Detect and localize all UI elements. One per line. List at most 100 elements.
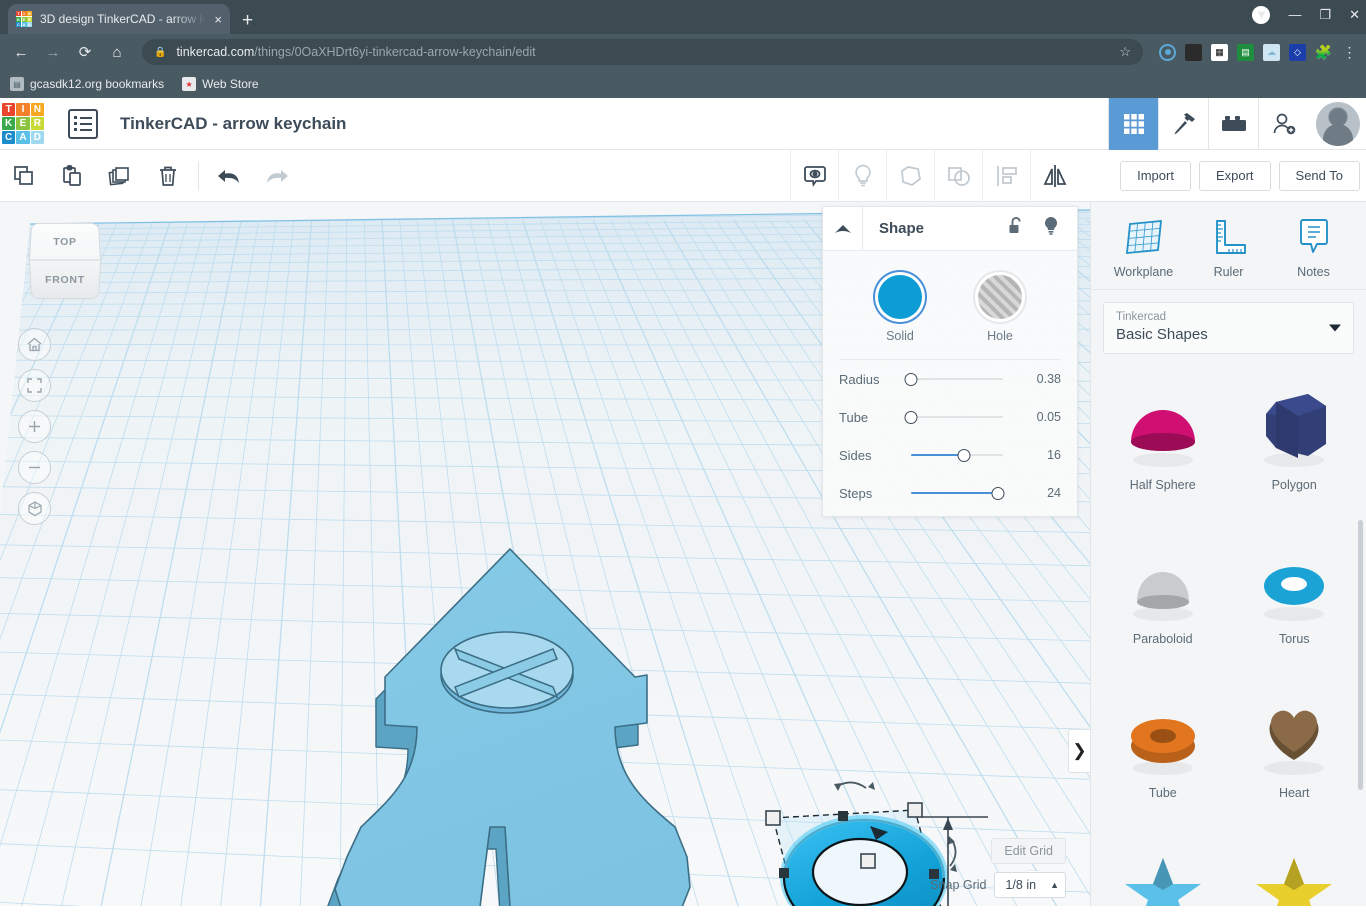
brick-icon[interactable] <box>1208 98 1258 150</box>
grid-view-icon[interactable] <box>1108 98 1158 150</box>
qr-code-icon[interactable]: ▦ <box>1211 44 1228 61</box>
shape-thumbnail <box>1246 534 1342 630</box>
solid-hole-selector: Solid Hole <box>823 269 1077 357</box>
slider-knob[interactable] <box>958 449 971 462</box>
cloud-icon[interactable]: ☁ <box>1263 44 1280 61</box>
reload-button[interactable]: ⟳ <box>72 39 98 65</box>
view-cube-front[interactable]: FRONT <box>29 260 102 300</box>
shape-polygon[interactable]: Polygon <box>1229 374 1361 528</box>
puzzle-extension-icon[interactable]: 🧩 <box>1315 44 1332 61</box>
shape-half-sphere[interactable]: Half Sphere <box>1097 374 1229 528</box>
back-button[interactable]: ← <box>8 39 34 65</box>
panel-collapse-handle[interactable]: ❯ <box>1068 729 1090 773</box>
tinkercad-logo[interactable]: TINKERCAD <box>0 101 46 147</box>
new-tab-button[interactable]: + <box>242 11 253 30</box>
view-cube-top[interactable]: TOP <box>29 223 102 263</box>
favicon-tile: C <box>16 22 21 27</box>
view-cube[interactable]: TOP FRONT <box>30 222 100 300</box>
bookmark-item[interactable]: ▤ gcasdk12.org bookmarks <box>10 77 164 91</box>
tube-thumbnail <box>1115 688 1211 784</box>
slider-radius[interactable] <box>911 372 1003 386</box>
invite-person-icon[interactable] <box>1258 98 1308 150</box>
bookmark-item[interactable]: ★ Web Store <box>182 77 258 91</box>
solid-mode[interactable]: Solid <box>878 275 922 343</box>
zoom-out-icon[interactable] <box>18 451 51 484</box>
torus-thumbnail <box>1246 534 1342 630</box>
diamond-icon[interactable]: ◇ <box>1289 44 1306 61</box>
home-view-icon[interactable] <box>18 328 51 361</box>
fit-to-view-icon[interactable] <box>18 369 51 402</box>
codeblocks-hammer-icon[interactable] <box>1158 98 1208 150</box>
clipboard-tools <box>0 150 192 202</box>
slider-knob[interactable] <box>905 411 918 424</box>
undo-icon[interactable] <box>205 150 253 202</box>
export-button[interactable]: Export <box>1199 161 1271 191</box>
forward-button[interactable]: → <box>40 39 66 65</box>
3d-canvas[interactable]: ⅝ ⅝ TOP FRONT ❯ Edit Grid <box>0 202 1090 906</box>
import-button[interactable]: Import <box>1120 161 1191 191</box>
shape-tube[interactable]: Tube <box>1097 682 1229 836</box>
snap-grid-label: Snap Grid <box>930 878 986 892</box>
profile-badge-icon[interactable]: ▼ <box>1252 6 1270 24</box>
bookmarks-bar: ▤ gcasdk12.org bookmarks ★ Web Store <box>0 70 1366 98</box>
unlock-icon[interactable] <box>1008 216 1025 241</box>
hole-pattern-swatch[interactable] <box>978 275 1022 319</box>
arrow-keychain-model[interactable] <box>295 527 715 906</box>
paste-icon[interactable] <box>48 150 96 202</box>
sheets-icon[interactable]: ▤ <box>1237 44 1254 61</box>
avatar[interactable] <box>1316 102 1360 146</box>
light-bulb-icon[interactable] <box>838 150 886 202</box>
menu-kebab-icon[interactable]: ⋮ <box>1341 44 1358 61</box>
close-window-button[interactable]: ✕ <box>1349 8 1360 22</box>
copy-icon[interactable] <box>0 150 48 202</box>
light-bulb-icon[interactable] <box>1043 216 1059 241</box>
shape-label: Paraboloid <box>1133 632 1193 646</box>
hole-mode[interactable]: Hole <box>978 275 1022 343</box>
notes-tool[interactable]: Notes <box>1276 216 1352 279</box>
browser-toolbar: ← → ⟳ ⌂ 🔒 tinkercad.com/things/0OaXHDrt6… <box>0 34 1366 70</box>
slider-knob[interactable] <box>905 373 918 386</box>
shape-heart[interactable]: Heart <box>1229 682 1361 836</box>
mirror-flip-icon[interactable] <box>1030 150 1078 202</box>
solid-color-swatch[interactable] <box>878 275 922 319</box>
orthographic-view-icon[interactable] <box>18 492 51 525</box>
address-bar[interactable]: 🔒 tinkercad.com/things/0OaXHDrt6yi-tinke… <box>142 39 1143 65</box>
shape-star-yellow[interactable] <box>1229 836 1361 906</box>
notes-label: Notes <box>1297 265 1330 279</box>
show-hide-eye-icon[interactable] <box>790 150 838 202</box>
edit-grid-button[interactable]: Edit Grid <box>991 838 1066 864</box>
shape-star-blue[interactable] <box>1097 836 1229 906</box>
tab-close-icon[interactable]: × <box>214 13 222 26</box>
favicon-tile: I <box>22 11 27 16</box>
ruler-tool[interactable]: Ruler <box>1191 216 1267 279</box>
workplane-tool[interactable]: Workplane <box>1106 216 1182 279</box>
slider-knob[interactable] <box>992 487 1005 500</box>
shape-paraboloid[interactable]: Paraboloid <box>1097 528 1229 682</box>
redo-icon[interactable] <box>253 150 301 202</box>
align-icon[interactable] <box>982 150 1030 202</box>
ungroup-shapes-icon[interactable] <box>934 150 982 202</box>
duplicate-icon[interactable] <box>96 150 144 202</box>
snap-grid-select[interactable]: 1/8 in ▲ <box>994 872 1066 898</box>
send-to-button[interactable]: Send To <box>1279 161 1360 191</box>
minimize-button[interactable]: — <box>1288 8 1301 22</box>
project-menu-button[interactable] <box>68 109 98 139</box>
zoom-in-icon[interactable] <box>18 410 51 443</box>
slider-sides[interactable] <box>911 448 1003 462</box>
slider-tube[interactable] <box>911 410 1003 424</box>
group-shapes-icon[interactable] <box>886 150 934 202</box>
maximize-button[interactable]: ❐ <box>1319 8 1331 22</box>
logo-tile: D <box>31 131 44 144</box>
shape-library-select[interactable]: Tinkercad Basic Shapes <box>1103 302 1354 354</box>
circle-target-icon[interactable] <box>1159 44 1176 61</box>
barcode-icon[interactable] <box>1185 44 1202 61</box>
bookmark-star-icon[interactable]: ☆ <box>1119 44 1131 60</box>
slider-steps[interactable] <box>911 486 1003 500</box>
delete-trash-icon[interactable] <box>144 150 192 202</box>
browser-tab[interactable]: TINKERCAD 3D design TinkerCAD - arrow ke… <box>8 4 230 34</box>
home-button[interactable]: ⌂ <box>104 39 130 65</box>
shapes-scrollbar[interactable] <box>1358 520 1363 790</box>
shape-panel-collapse-icon[interactable] <box>823 207 863 251</box>
url-path: /things/0OaXHDrt6yi-tinkercad-arrow-keyc… <box>254 45 535 59</box>
shape-torus[interactable]: Torus <box>1229 528 1361 682</box>
